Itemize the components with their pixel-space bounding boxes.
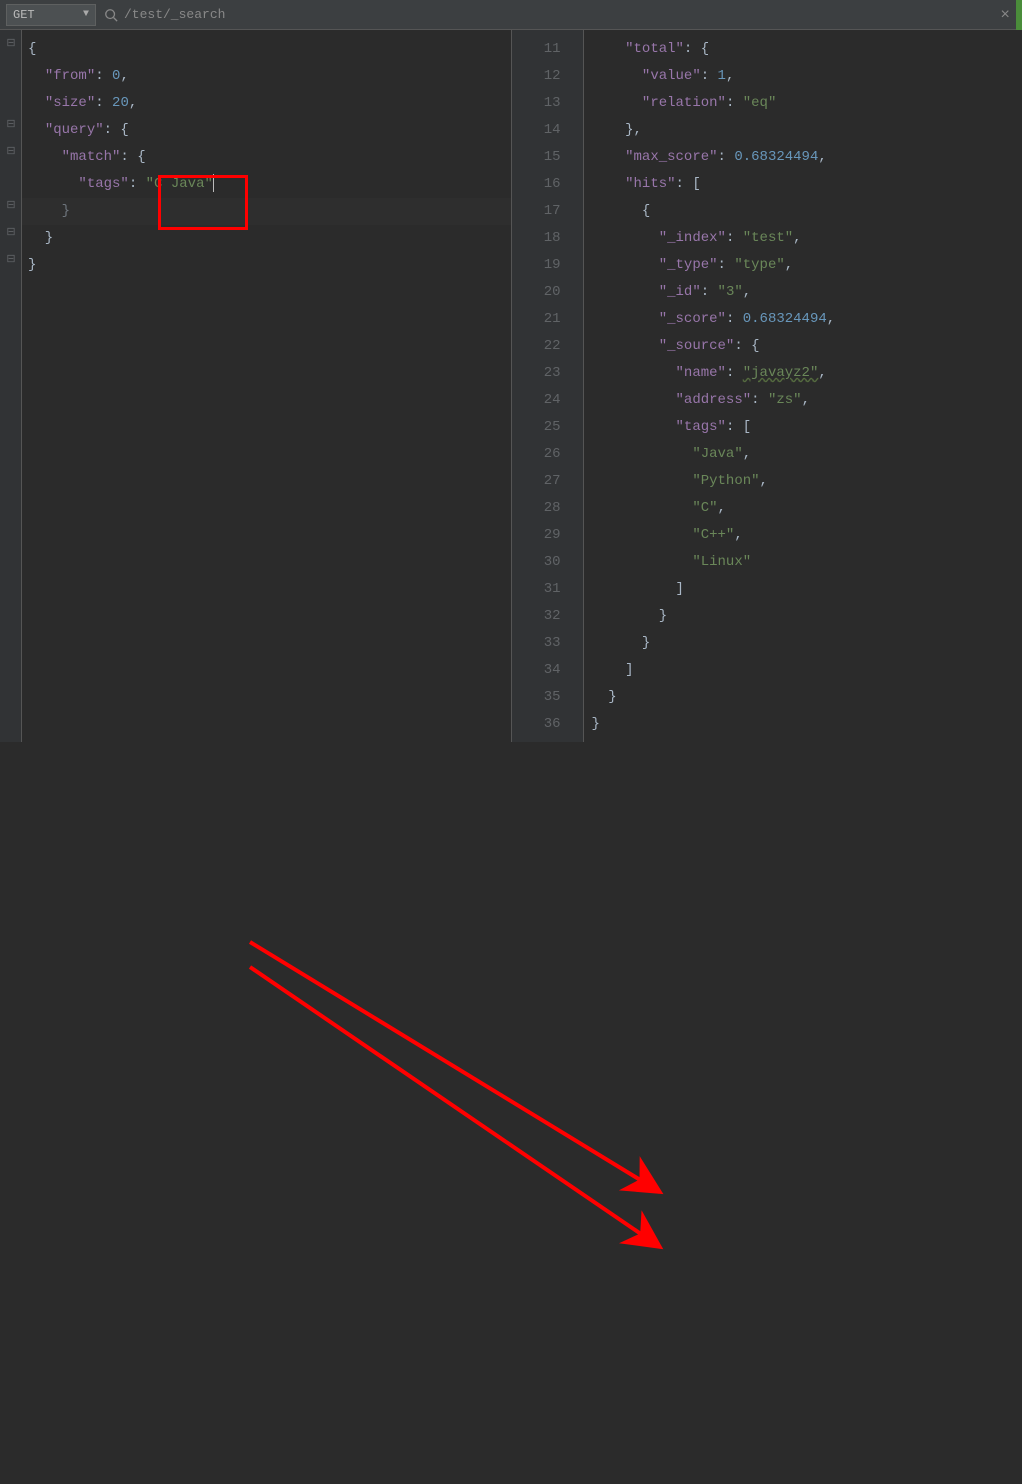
- line-number: 27: [512, 468, 561, 495]
- close-icon[interactable]: ×: [994, 6, 1016, 24]
- request-editor[interactable]: { "from": 0, "size": 20, "query": { "mat…: [0, 30, 511, 279]
- code-line: "hits": [: [592, 171, 1022, 198]
- code-line: "tags": [: [592, 414, 1022, 441]
- active-line-highlight: [22, 198, 511, 225]
- annotation-arrow: [250, 942, 660, 1192]
- line-number: 24: [512, 387, 561, 414]
- line-number: 23: [512, 360, 561, 387]
- code-line: "_index": "test",: [592, 225, 1022, 252]
- code-line: "Linux": [592, 549, 1022, 576]
- line-number: 17: [512, 198, 561, 225]
- code-line: "match": {: [28, 144, 511, 171]
- line-number: 21: [512, 306, 561, 333]
- search-icon: [104, 8, 118, 22]
- line-number: 19: [512, 252, 561, 279]
- code-line: "relation": "eq": [592, 90, 1022, 117]
- line-number: 25: [512, 414, 561, 441]
- line-number: 12: [512, 63, 561, 90]
- code-line: }: [592, 684, 1022, 711]
- chevron-down-icon: ▼: [83, 9, 89, 20]
- code-line: "query": {: [28, 117, 511, 144]
- code-line: "size": 20,: [28, 90, 511, 117]
- code-line: ]: [592, 576, 1022, 603]
- code-line: {: [592, 198, 1022, 225]
- fold-marker[interactable]: ⊟: [6, 225, 16, 239]
- line-number: 13: [512, 90, 561, 117]
- http-method-value: GET: [13, 8, 35, 22]
- code-line: "tags": "C Java": [28, 171, 511, 198]
- line-number: 16: [512, 171, 561, 198]
- code-line: "C",: [592, 495, 1022, 522]
- line-number: 26: [512, 441, 561, 468]
- line-number: 32: [512, 603, 561, 630]
- code-line: }: [28, 252, 511, 279]
- code-line: ]: [592, 657, 1022, 684]
- line-number: 36: [512, 711, 561, 738]
- fold-marker[interactable]: ⊟: [6, 36, 16, 50]
- code-line: "value": 1,: [592, 63, 1022, 90]
- response-gutter: 1112131415161718192021222324252627282930…: [512, 30, 584, 742]
- code-line: "C++",: [592, 522, 1022, 549]
- code-line: "Java",: [592, 441, 1022, 468]
- code-line: "_type": "type",: [592, 252, 1022, 279]
- line-number: 15: [512, 144, 561, 171]
- main-split: ⊟ ⊟ ⊟ ⊟ ⊟ ⊟ { "from": 0, "size": 20, "query":…: [0, 30, 1022, 742]
- line-number: 34: [512, 657, 561, 684]
- code-line: "from": 0,: [28, 63, 511, 90]
- code-line: {: [28, 36, 511, 63]
- code-line: }: [592, 630, 1022, 657]
- response-editor[interactable]: "total": { "value": 1, "relation": "eq" …: [512, 30, 1022, 738]
- line-number: 11: [512, 36, 561, 63]
- fold-marker[interactable]: ⊟: [6, 144, 16, 158]
- line-number: 35: [512, 684, 561, 711]
- code-line: }: [28, 225, 511, 252]
- text-cursor: [213, 174, 214, 192]
- run-button-edge[interactable]: [1016, 0, 1022, 30]
- toolbar: GET ▼ /test/_search ×: [0, 0, 1022, 30]
- request-pane: ⊟ ⊟ ⊟ ⊟ ⊟ ⊟ { "from": 0, "size": 20, "query":…: [0, 30, 512, 742]
- code-line: "address": "zs",: [592, 387, 1022, 414]
- fold-marker[interactable]: ⊟: [6, 252, 16, 266]
- line-number: 14: [512, 117, 561, 144]
- response-pane: 1112131415161718192021222324252627282930…: [512, 30, 1022, 742]
- annotation-arrows: [0, 742, 1022, 1484]
- line-number: 22: [512, 333, 561, 360]
- code-line: },: [592, 117, 1022, 144]
- url-path: /test/_search: [124, 7, 225, 22]
- annotation-arrow: [250, 967, 660, 1247]
- code-line: "name": "javayz2",: [592, 360, 1022, 387]
- request-gutter: ⊟ ⊟ ⊟ ⊟ ⊟ ⊟: [0, 30, 22, 742]
- fold-marker[interactable]: ⊟: [6, 117, 16, 131]
- fold-marker[interactable]: ⊟: [6, 198, 16, 212]
- code-line: "_source": {: [592, 333, 1022, 360]
- line-number: 30: [512, 549, 561, 576]
- code-line: "total": {: [592, 36, 1022, 63]
- code-line: "_score": 0.68324494,: [592, 306, 1022, 333]
- line-number: 31: [512, 576, 561, 603]
- url-input[interactable]: /test/_search: [104, 7, 986, 22]
- code-line: "_id": "3",: [592, 279, 1022, 306]
- line-number: 18: [512, 225, 561, 252]
- code-line: }: [592, 711, 1022, 738]
- code-line: "max_score": 0.68324494,: [592, 144, 1022, 171]
- code-line: "Python",: [592, 468, 1022, 495]
- line-number: 28: [512, 495, 561, 522]
- http-method-select[interactable]: GET ▼: [6, 4, 96, 26]
- line-number: 20: [512, 279, 561, 306]
- code-line: }: [592, 603, 1022, 630]
- line-number: 33: [512, 630, 561, 657]
- line-number: 29: [512, 522, 561, 549]
